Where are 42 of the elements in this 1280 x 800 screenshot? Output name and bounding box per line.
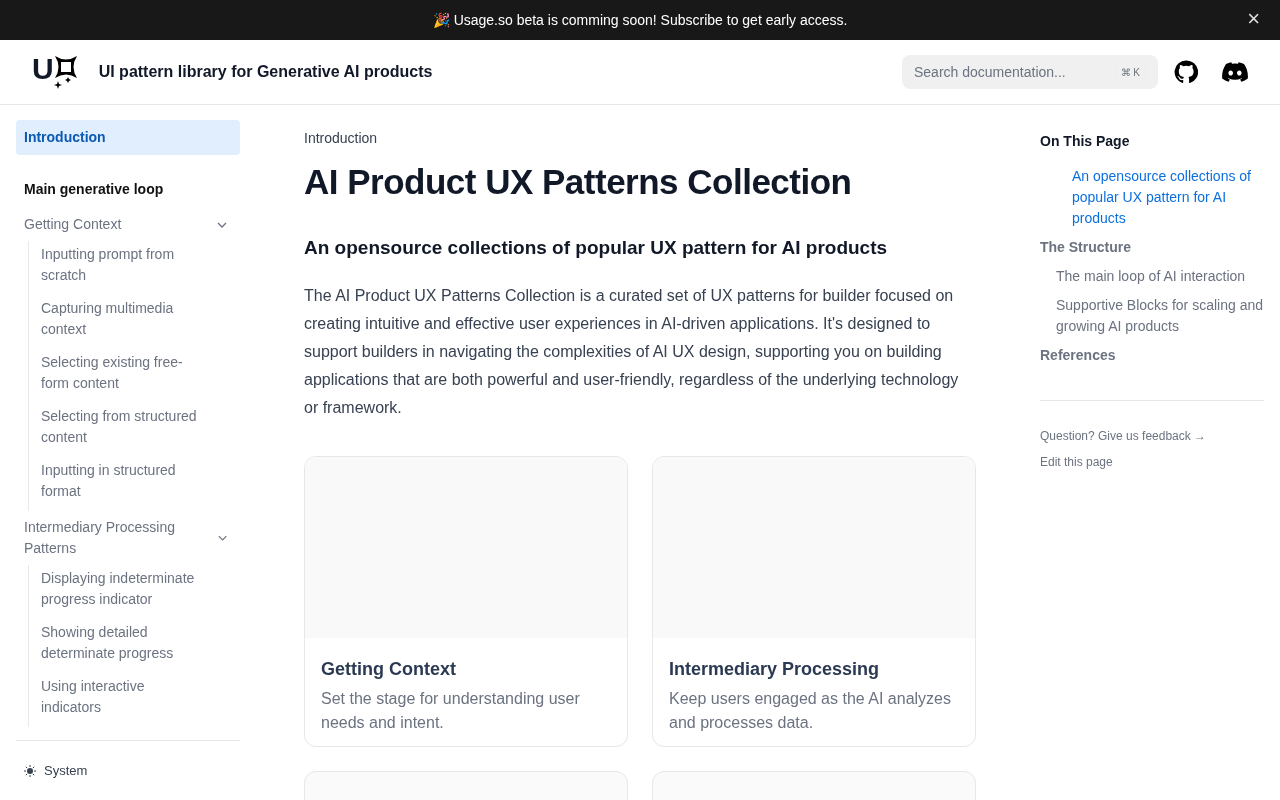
nav-link[interactable]: Using interactive indicators — [41, 673, 240, 727]
pattern-card[interactable]: Getting Context Set the stage for understanding user needs and intent. — [304, 455, 628, 747]
card-description: Set the stage for understanding user needs and intent. — [320, 688, 581, 733]
toc-title: On This Page — [1040, 132, 1131, 151]
banner-text: Usage.so beta is comming soon! Subscribe to get early access. — [453, 10, 848, 30]
card-title: Getting Context — [320, 657, 457, 681]
toc-link[interactable]: The main loop of AI interaction — [1040, 266, 1264, 287]
nav-link[interactable]: Inputting in structured format — [41, 457, 240, 511]
card-description: Keep users engaged as the AI analyzes and processes data. — [668, 688, 952, 733]
subheading: An opensource collections of popular UX pattern for AI products — [304, 237, 889, 260]
search-placeholder: Search documentation... — [914, 62, 1066, 82]
nav-link[interactable]: Selecting existing free-form content — [41, 349, 240, 403]
theme-label: System — [44, 761, 88, 780]
nav-link[interactable]: Introduction — [16, 120, 240, 155]
feedback-link[interactable]: Question? Give us feedback → — [1040, 427, 1264, 445]
pattern-card[interactable]: Intermediary Processing Keep users engaged as the AI analyzes and processes data. — [652, 455, 976, 747]
toc-link[interactable]: An opensource collections of popular UX pattern for AI products — [1040, 166, 1264, 229]
card-title: Intermediary Processing — [668, 657, 881, 681]
logo-letter: U — [32, 54, 53, 84]
toc-link[interactable]: The Structure — [1040, 237, 1264, 258]
close-button[interactable]: × — [1243, 6, 1264, 32]
nav-link[interactable]: Capturing multimedia context — [41, 295, 240, 349]
group-toggle[interactable]: Intermediary Processing Patterns — [24, 517, 217, 559]
intro-paragraph: The AI Product UX Patterns Collection is a curated set of UX patterns for builder focused on creating intuitive and effective user experiences in AI-driven applications. It's designed to support builders in navigating the complexities of AI UX design, supporting you on building applications that are both powerful and user-friendly, regardless of the underlying technology or framework. — [304, 285, 960, 418]
nav-link[interactable]: Showing detailed determinate progress — [41, 619, 240, 673]
breadcrumb: Introduction — [304, 129, 379, 148]
cat-silhouette-icon[interactable] — [1174, 60, 1198, 84]
sun-icon — [24, 764, 36, 777]
nav-link[interactable]: Displaying indeterminate progress indicator — [41, 565, 240, 619]
section-heading: Main generative loop — [23, 180, 165, 199]
nav-link[interactable]: Selecting from structured content — [41, 403, 240, 457]
toc-link[interactable]: References — [1040, 345, 1264, 366]
party-popper-icon: 🎉 — [432, 9, 450, 31]
theme-switcher[interactable]: System — [16, 740, 240, 800]
group-toggle[interactable]: Getting Context — [24, 214, 122, 235]
toc-link[interactable]: Supportive Blocks for scaling and growing AI products — [1040, 295, 1264, 337]
game-controller-icon[interactable] — [1222, 62, 1248, 82]
edit-page-link[interactable]: Edit this page — [1040, 453, 1264, 471]
nav-link[interactable]: Inputting prompt from scratch — [41, 241, 240, 295]
site-title: UI pattern library for Generative AI products — [98, 62, 433, 82]
search-field[interactable]: Search documentation... ⌘ K — [902, 55, 1158, 89]
page-title: AI Product UX Patterns Collection — [304, 161, 853, 203]
